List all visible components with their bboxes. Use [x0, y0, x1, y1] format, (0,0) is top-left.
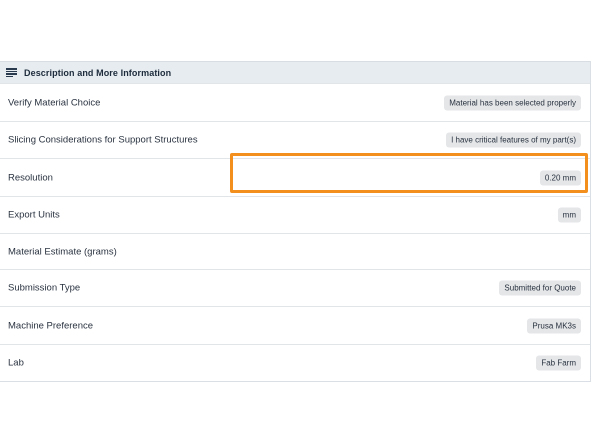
field-label: Export Units: [8, 209, 60, 221]
lines-icon: [6, 68, 17, 77]
field-value-badge: Submitted for Quote: [499, 280, 581, 296]
field-label: Submission Type: [8, 282, 81, 294]
field-value-badge: Material has been selected properly: [444, 95, 581, 110]
field-label: Verify Material Choice: [8, 97, 101, 108]
field-row-lab: Lab Fab Farm: [0, 344, 590, 381]
field-label: Resolution: [8, 172, 53, 183]
field-row-material-estimate: Material Estimate (grams): [0, 233, 590, 269]
panel-title: Description and More Information: [24, 67, 172, 78]
resolution-highlight-box: [230, 153, 588, 193]
field-label: Lab: [8, 357, 24, 369]
field-value-badge: I have critical features of my part(s): [446, 132, 581, 148]
field-label: Machine Preference: [8, 320, 94, 331]
field-row-machine-preference: Machine Preference Prusa MK3s: [0, 306, 590, 344]
field-value-badge: Prusa MK3s: [527, 318, 581, 333]
field-row-verify-material: Verify Material Choice Material has been…: [0, 83, 590, 121]
field-row-export-units: Export Units mm: [0, 196, 590, 233]
screen: Description and More Information Verify …: [0, 0, 592, 444]
panel-header: Description and More Information: [0, 61, 590, 83]
field-row-submission-type: Submission Type Submitted for Quote: [0, 269, 590, 306]
field-list: Verify Material Choice Material has been…: [0, 83, 590, 381]
field-label: Slicing Considerations for Support Struc…: [8, 134, 198, 146]
field-value-badge: mm: [557, 207, 581, 223]
field-value-badge: Fab Farm: [536, 355, 581, 371]
description-panel: Description and More Information Verify …: [0, 61, 591, 382]
field-label: Material Estimate (grams): [8, 246, 117, 257]
